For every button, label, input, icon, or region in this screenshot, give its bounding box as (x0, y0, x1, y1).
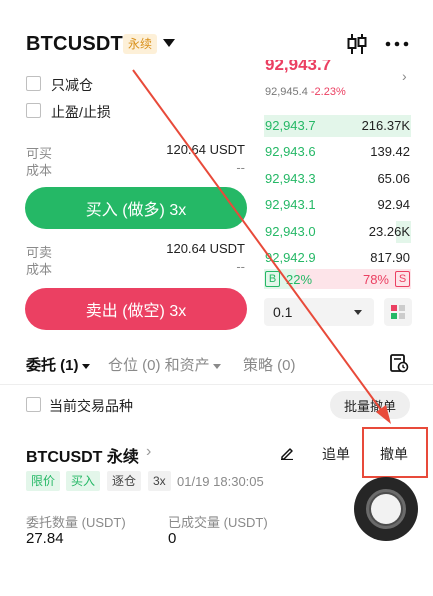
buy-long-button[interactable]: 买入 (做多) 3x (25, 187, 247, 229)
chase-order-button[interactable]: 追单 (322, 444, 350, 464)
orderbook-quantity: 65.06 (377, 170, 410, 186)
tab-positions-label: 仓位 (0) 和资产 (108, 357, 210, 374)
buy-available-value: 120.64 USDT (166, 142, 245, 157)
tab-positions[interactable]: 仓位 (0) 和资产 (108, 354, 221, 375)
chevron-down-icon (81, 363, 90, 369)
tab-strategies[interactable]: 策略 (0) (243, 354, 296, 375)
last-price: 92,943.7 (265, 60, 332, 74)
leverage-tag: 3x (148, 471, 171, 491)
header: BTCUSDT 永续 (0, 0, 433, 66)
order-qty-label: 委托数量 (USDT) (26, 515, 126, 530)
floating-button-core (371, 494, 401, 524)
buy-cost-label: 成本 (26, 163, 53, 178)
orderbook-quantity: 139.42 (370, 144, 410, 160)
mark-price-line: 92,945.4 -2.23% (265, 86, 346, 98)
reduce-only-checkbox[interactable] (26, 76, 41, 91)
orderbook-layout-button[interactable] (384, 298, 412, 326)
buy-percent: 22% (286, 272, 313, 287)
sell-cost-value: -- (236, 259, 245, 274)
chevron-right-icon[interactable]: › (402, 68, 407, 84)
orderbook-row[interactable]: 92,943.1 92.94 (264, 194, 411, 216)
order-type-tag: 限价 (26, 471, 61, 491)
annotation-highlight-box (362, 427, 428, 478)
mark-price: 92,945.4 (265, 86, 308, 98)
reduce-only-label: 只减仓 (51, 77, 93, 93)
orderbook-price: 92,943.0 (265, 223, 316, 239)
sell-tag: S (395, 271, 410, 287)
buy-cost-value: -- (236, 160, 245, 175)
orderbook-price: 92,942.9 (265, 250, 316, 265)
edit-icon[interactable] (280, 446, 294, 460)
order-title[interactable]: BTCUSDT 永续 (26, 443, 139, 467)
filled-qty-label: 已成交量 (USDT) (168, 515, 268, 530)
layout-icon (391, 305, 405, 319)
perpetual-badge: 永续 (123, 34, 158, 54)
orderbook-row[interactable]: 92,943.3 65.06 (264, 168, 411, 190)
floating-assistive-button[interactable] (354, 477, 418, 541)
orderbook-price: 92,943.7 (265, 118, 316, 133)
order-side-tag: 买入 (66, 471, 101, 491)
filled-qty-value: 0 (168, 530, 177, 547)
depth-precision-select[interactable]: 0.1 (264, 298, 374, 326)
chevron-right-icon[interactable]: › (146, 443, 151, 461)
orderbook-quantity: 92.94 (377, 197, 410, 213)
orderbook-quantity: 817.90 (370, 250, 410, 265)
ratio-sell-bar (296, 269, 411, 289)
sell-short-button[interactable]: 卖出 (做空) 3x (25, 288, 247, 330)
orderbook-price: 92,943.1 (265, 197, 316, 213)
batch-cancel-button[interactable]: 批量撤单 (330, 391, 410, 419)
order-history-icon[interactable] (389, 353, 409, 373)
order-qty-value: 27.84 (26, 530, 64, 547)
current-symbol-checkbox[interactable] (26, 397, 41, 412)
orderbook-price: 92,943.3 (265, 170, 316, 186)
current-symbol-label: 当前交易品种 (49, 398, 133, 414)
sell-available-value: 120.64 USDT (166, 241, 245, 256)
orderbook-row[interactable]: 92,943.6 139.42 (264, 141, 411, 163)
orderbook-row[interactable]: 92,942.9 817.90 (264, 247, 411, 269)
order-time: 01/19 18:30:05 (177, 474, 264, 489)
orderbook-row[interactable]: 92,943.7 216.37K (264, 115, 411, 137)
symbol-title[interactable]: BTCUSDT (26, 33, 123, 56)
tp-sl-checkbox[interactable] (26, 103, 41, 118)
divider (0, 384, 433, 385)
buy-sell-ratio: B 22% 78% S (264, 269, 411, 289)
chevron-down-icon (354, 310, 362, 315)
orderbook-row[interactable]: 92,943.0 23.26K (264, 220, 411, 243)
tab-orders[interactable]: 委托 (1) (26, 354, 90, 375)
symbol-dropdown-icon[interactable] (163, 39, 175, 47)
tp-sl-label: 止盈/止损 (51, 104, 111, 120)
bottom-tabs: 委托 (1) 仓位 (0) 和资产 策略 (0) (0, 344, 433, 384)
margin-mode-tag: 逐仓 (107, 471, 142, 491)
sell-percent: 78% (362, 272, 389, 287)
orderbook-quantity: 23.26K (368, 223, 410, 239)
orderbook-price: 92,943.6 (265, 144, 316, 160)
sell-cost-label: 成本 (26, 262, 53, 277)
tab-strategies-label: 策略 (0) (243, 357, 296, 374)
depth-precision-value: 0.1 (273, 304, 293, 320)
orderbook-quantity: 216.37K (361, 118, 410, 133)
tab-orders-label: 委托 (1) (26, 357, 79, 374)
buy-tag: B (265, 271, 280, 287)
price-change: -2.23% (310, 86, 346, 98)
more-options-icon[interactable] (384, 40, 410, 48)
chevron-down-icon (212, 363, 221, 369)
candlestick-chart-icon[interactable] (345, 32, 369, 56)
